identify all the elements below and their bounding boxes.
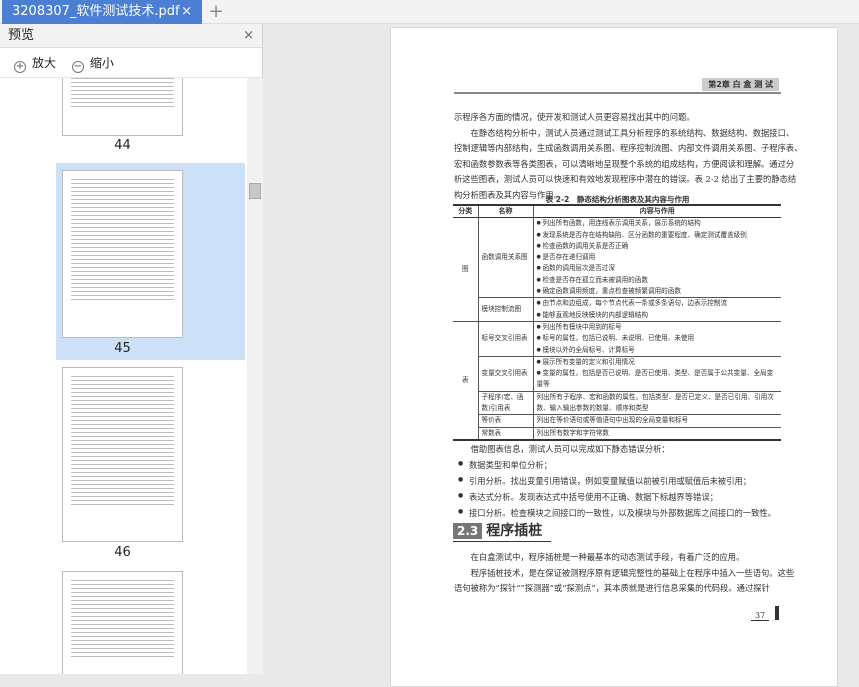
table-cell: 分类 (453, 205, 479, 219)
zoom-in-icon: + (14, 61, 26, 73)
table-cell: 图 (453, 217, 479, 322)
thumbnail-scrollbar[interactable] (247, 78, 263, 674)
page-label: 44 (114, 138, 131, 153)
table-cell: 列出所有函数，用连线表示调用关系，展示系统的结构发现系统是否存在结构缺陷、区分函… (533, 217, 781, 299)
tab-title: 3208307_软件测试技术.pdf (12, 4, 180, 19)
thumbnail-list: 44 45 46 (0, 78, 247, 674)
page-label: 46 (114, 545, 131, 560)
zoom-in-button[interactable]: + 放大 (14, 56, 62, 73)
table-cell: 子程序(宏、函数)引用表 (478, 391, 534, 416)
table-cell: 模块控制流图 (478, 297, 534, 322)
page-number-bar (775, 606, 779, 620)
bullet-item: 引用分析。找出变量引用错误，例如变量赋值以前被引用或赋值后未被引用； (458, 475, 751, 487)
table-cell: 内容与作用 (533, 205, 781, 219)
page-thumbnail-45[interactable] (62, 170, 183, 338)
bullet-item: 数据类型和单位分析； (458, 459, 552, 471)
table-cell: 变量交叉引用表 (478, 356, 534, 392)
page-number: 37 (751, 611, 770, 621)
body-paragraph: 在白盒测试中，程序插桩是一种最基本的动态测试手段，有着广泛的应用。 程序插桩技术… (454, 552, 795, 593)
table-cell: 表 (453, 321, 479, 441)
zoom-out-button[interactable]: − 缩小 (71, 56, 120, 73)
body-paragraph: 示程序各方面的情况，使开发和测试人员更容易找出其中的问题。 在静态结构分析中，测… (454, 112, 803, 200)
table-cell: 列出所有模块中用到的标号标号的属性，包括已说明、未说明、已使用、未使用模块以外的… (533, 321, 781, 357)
table-cell: 常数表 (478, 427, 534, 441)
document-tab[interactable]: 3208307_软件测试技术.pdf × (2, 0, 202, 24)
page-label: 45 (114, 341, 131, 356)
section-heading: 2.3 程序插桩 (453, 520, 551, 542)
static-analysis-table: 分类名称内容与作用 图函数调用关系图列出所有函数，用连线表示调用关系，展示系统的… (453, 204, 781, 441)
table-cell: 函数调用关系图 (478, 217, 534, 299)
bullet-item: 表达式分析。发现表达式中括号使用不正确、数据下标越界等错误； (458, 491, 718, 503)
page-thumbnail-47[interactable] (62, 571, 183, 674)
table-cell: 展示所有变量的定义和引用情况变量的属性，包括是否已说明、是否已使用、类型、是否属… (533, 356, 781, 392)
close-sidebar-icon[interactable]: × (243, 24, 254, 48)
preview-sidebar: 预览 × + 放大 − 缩小 44 45 46 (0, 24, 263, 674)
bullet-item: 接口分析。检查模块之间接口的一致性，以及模块与外部数据库之间接口的一致性。 (458, 507, 776, 519)
running-header: 第2章 白 盒 测 试 (454, 78, 781, 94)
close-tab-icon[interactable]: × (181, 0, 192, 24)
table-cell: 列出在等价语句或等值语句中出现的全局变量和标号 (533, 414, 781, 428)
sidebar-title: 预览 (8, 28, 35, 43)
zoom-out-icon: − (71, 61, 84, 73)
table-cell: 由节点和边组成，每个节点代表一条或多条语句，边表示控制流能够直观地反映模块的内部… (533, 297, 781, 322)
table-cell: 列出所有子程序、宏和函数的属性，包括类型、是否已定义、是否已引用、引用次数、输入… (533, 391, 781, 416)
table-cell: 等价表 (478, 414, 534, 428)
page-thumbnail-46[interactable] (62, 367, 183, 542)
body-paragraph: 借助图表信息，测试人员可以完成如下静态错误分析： (454, 444, 670, 454)
table-cell: 标号交叉引用表 (478, 321, 534, 357)
table-cell: 名称 (478, 205, 534, 219)
tab-bar: 3208307_软件测试技术.pdf × + (0, 0, 859, 24)
table-cell: 列出所有数字和字符常数 (533, 427, 781, 441)
scrollbar-thumb[interactable] (249, 183, 261, 199)
page-thumbnail-44[interactable] (62, 78, 183, 136)
pdf-page: 第2章 白 盒 测 试 示程序各方面的情况，使开发和测试人员更容易找出其中的问题… (390, 27, 838, 687)
new-tab-button[interactable]: + (206, 0, 226, 24)
